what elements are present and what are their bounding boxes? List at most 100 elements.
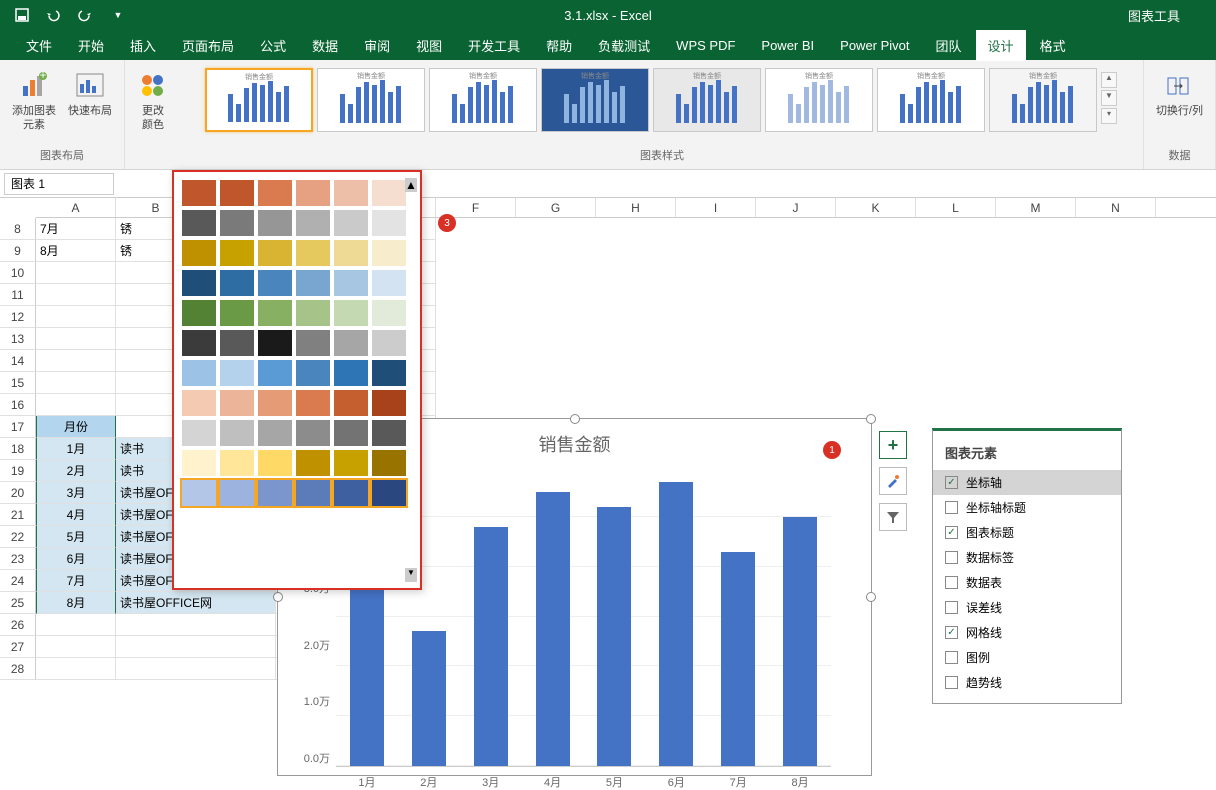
col-M[interactable]: M	[996, 198, 1076, 217]
panel-item[interactable]: 误差线	[933, 595, 1121, 620]
cell[interactable]	[36, 636, 116, 658]
tab-insert[interactable]: 插入	[118, 30, 168, 61]
row-header[interactable]: 17	[0, 416, 36, 438]
row-header[interactable]: 19	[0, 460, 36, 482]
checkbox[interactable]	[945, 501, 958, 514]
row-header[interactable]: 20	[0, 482, 36, 504]
tab-loadtest[interactable]: 负载测试	[586, 30, 662, 61]
color-swatch[interactable]	[296, 450, 330, 476]
color-swatch[interactable]	[296, 180, 330, 206]
color-swatch[interactable]	[182, 240, 216, 266]
tab-file[interactable]: 文件	[14, 30, 64, 61]
bar[interactable]	[474, 527, 508, 766]
panel-item[interactable]: ✓网格线	[933, 620, 1121, 645]
row-header[interactable]: 25	[0, 592, 36, 614]
color-swatch[interactable]	[334, 330, 368, 356]
chart-handle-ml[interactable]	[273, 592, 283, 602]
save-button[interactable]	[8, 2, 36, 28]
color-swatch[interactable]	[334, 450, 368, 476]
col-I[interactable]: I	[676, 198, 756, 217]
color-swatch[interactable]	[372, 300, 406, 326]
color-swatch[interactable]	[220, 480, 254, 506]
color-swatch[interactable]	[372, 180, 406, 206]
tab-design[interactable]: 设计	[976, 30, 1026, 61]
col-N[interactable]: N	[1076, 198, 1156, 217]
row-header[interactable]: 24	[0, 570, 36, 592]
quick-layout-button[interactable]: 快速布局	[64, 68, 116, 120]
tab-data[interactable]: 数据	[300, 30, 350, 61]
col-G[interactable]: G	[516, 198, 596, 217]
tab-formulas[interactable]: 公式	[248, 30, 298, 61]
tab-team[interactable]: 团队	[924, 30, 974, 61]
redo-button[interactable]	[72, 2, 100, 28]
color-swatch[interactable]	[220, 450, 254, 476]
cell[interactable]	[36, 306, 116, 328]
color-swatch[interactable]	[334, 480, 368, 506]
checkbox[interactable]	[945, 651, 958, 664]
color-swatch[interactable]	[220, 360, 254, 386]
row-header[interactable]: 28	[0, 658, 36, 680]
color-swatch[interactable]	[182, 270, 216, 296]
color-swatch[interactable]	[220, 180, 254, 206]
col-J[interactable]: J	[756, 198, 836, 217]
color-swatch[interactable]	[182, 450, 216, 476]
chart-style-4[interactable]	[541, 68, 649, 132]
row-header[interactable]: 12	[0, 306, 36, 328]
cell[interactable]: 8月	[36, 592, 116, 614]
color-swatch[interactable]	[334, 360, 368, 386]
color-swatch[interactable]	[220, 420, 254, 446]
chart-styles-button[interactable]	[879, 467, 907, 495]
styles-up[interactable]: ▲	[1101, 72, 1117, 88]
bar[interactable]	[659, 482, 693, 766]
bar[interactable]	[721, 552, 755, 766]
color-swatch[interactable]	[296, 480, 330, 506]
bar[interactable]	[350, 567, 384, 766]
color-swatch[interactable]	[334, 390, 368, 416]
row-header[interactable]: 22	[0, 526, 36, 548]
tab-powerpivot[interactable]: Power Pivot	[828, 32, 921, 59]
checkbox[interactable]	[945, 576, 958, 589]
chart-filter-button[interactable]	[879, 503, 907, 531]
cell[interactable]	[116, 658, 276, 680]
styles-down[interactable]: ▼	[1101, 90, 1117, 106]
chart-style-6[interactable]	[765, 68, 873, 132]
color-swatch[interactable]	[334, 300, 368, 326]
row-header[interactable]: 9	[0, 240, 36, 262]
color-swatch[interactable]	[258, 270, 292, 296]
cell[interactable]: 读书屋OFFICE网	[116, 592, 276, 614]
tab-review[interactable]: 审阅	[352, 30, 402, 61]
change-color-button[interactable]: 更改 颜色	[133, 68, 173, 135]
checkbox[interactable]	[945, 551, 958, 564]
color-swatch[interactable]	[372, 360, 406, 386]
color-swatch[interactable]	[258, 300, 292, 326]
color-swatch[interactable]	[296, 210, 330, 236]
chart-style-3[interactable]	[429, 68, 537, 132]
panel-item[interactable]: 趋势线	[933, 670, 1121, 695]
tab-pagelayout[interactable]: 页面布局	[170, 30, 246, 61]
cell[interactable]: 3月	[36, 482, 116, 504]
color-swatch[interactable]	[258, 390, 292, 416]
tab-powerbi[interactable]: Power BI	[749, 32, 826, 59]
color-swatch[interactable]	[334, 270, 368, 296]
color-swatch[interactable]	[258, 360, 292, 386]
color-swatch[interactable]	[334, 420, 368, 446]
cell[interactable]	[36, 658, 116, 680]
color-swatch[interactable]	[182, 480, 216, 506]
color-swatch[interactable]	[220, 270, 254, 296]
cell[interactable]: 5月	[36, 526, 116, 548]
color-swatch[interactable]	[182, 210, 216, 236]
col-H[interactable]: H	[596, 198, 676, 217]
chart-style-5[interactable]	[653, 68, 761, 132]
switch-row-col-button[interactable]: 切换行/列	[1152, 68, 1207, 120]
checkbox[interactable]: ✓	[945, 526, 958, 539]
cell[interactable]: 月份	[36, 416, 116, 438]
cell[interactable]	[36, 284, 116, 306]
color-swatch[interactable]	[182, 330, 216, 356]
panel-item[interactable]: ✓坐标轴	[933, 470, 1121, 495]
panel-item[interactable]: 数据表	[933, 570, 1121, 595]
checkbox[interactable]	[945, 601, 958, 614]
color-swatch[interactable]	[258, 420, 292, 446]
cell[interactable]: 2月	[36, 460, 116, 482]
cell[interactable]	[36, 328, 116, 350]
col-A[interactable]: A	[36, 198, 116, 217]
